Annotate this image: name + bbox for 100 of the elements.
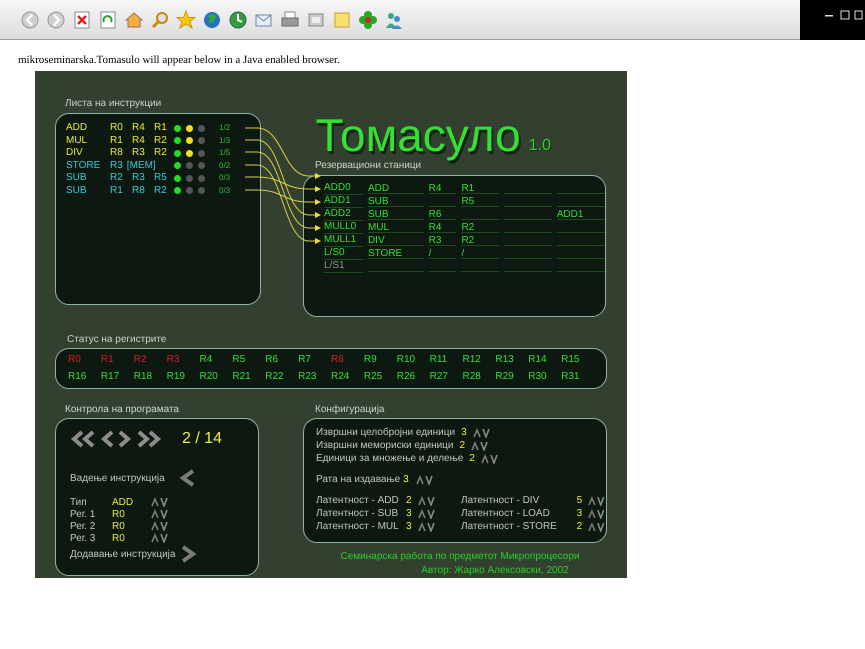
credit-text: Семинарска работа по предметот Микропроцесори — [340, 550, 580, 564]
status-text: mikroseminarska.Tomasulo will appear below in a Java enabled browser. — [18, 54, 340, 66]
station-cell: ADD — [368, 183, 424, 194]
register-name: R21 — [232, 370, 252, 384]
register-name: R1 — [100, 353, 115, 367]
up-down-arrows-icon[interactable] — [588, 496, 606, 506]
instruction-op: SUB — [66, 184, 88, 197]
up-down-arrows-icon[interactable] — [151, 533, 169, 543]
credit-text: Автор: Жарко Алексовски, 2002 — [420, 564, 569, 578]
up-down-arrows-icon[interactable] — [588, 522, 606, 532]
field-value: R0 — [112, 520, 126, 534]
register-name: R4 — [200, 353, 214, 367]
station-cell: SUB — [368, 209, 424, 220]
up-down-arrows-icon[interactable] — [480, 454, 499, 464]
instruction-operand: R4 — [132, 134, 146, 147]
section-label: Листа на инструкции — [64, 98, 162, 110]
instruction-operand: R3 — [132, 172, 146, 184]
up-down-arrows-icon[interactable] — [416, 474, 434, 484]
section-label: Контрола на програмата — [64, 404, 180, 416]
register-name: R5 — [232, 353, 246, 367]
history-icon[interactable] — [228, 10, 248, 30]
station-cell: R2 — [461, 235, 499, 246]
config-value: 3 — [406, 507, 413, 521]
back-icon[interactable] — [20, 10, 40, 30]
chevron-left-icon[interactable] — [178, 468, 195, 488]
home-icon[interactable] — [124, 10, 144, 30]
register-name: R24 — [331, 370, 350, 384]
station-cell: R2 — [461, 222, 499, 233]
instruction-operand: R8 — [110, 147, 124, 160]
register-name: R30 — [528, 370, 548, 384]
app-title: Томасуло — [316, 112, 521, 158]
instruction-operand: R5 — [154, 172, 167, 184]
version-text: 1.0 — [528, 136, 551, 156]
field-label: Рег. 1 — [70, 508, 96, 522]
config-label: Латентност - LOAD — [461, 507, 551, 521]
config-label: Латентност - DIV — [461, 494, 540, 508]
station-cell: R3 — [428, 235, 456, 246]
field-label: Рег. 2 — [70, 520, 96, 534]
register-name: R26 — [396, 370, 416, 384]
instruction-operand: R2 — [154, 147, 167, 160]
instruction-operand: R8 — [132, 184, 146, 197]
instruction-operand: R3 — [110, 160, 123, 172]
star-icon[interactable] — [176, 10, 196, 30]
register-name: R29 — [495, 370, 515, 384]
station-cell: ADD1 — [556, 209, 605, 220]
chevron-right-icon[interactable] — [118, 429, 132, 449]
config-label: Латентност - ADD — [316, 494, 400, 508]
config-value: 2 — [460, 439, 466, 453]
refresh-icon[interactable] — [98, 10, 118, 30]
instruction-op: STORE — [66, 160, 102, 172]
up-down-arrows-icon[interactable] — [151, 497, 169, 507]
register-name: R0 — [68, 353, 82, 367]
instruction-operand: R1 — [110, 184, 124, 197]
register-name: R3 — [166, 353, 180, 367]
up-down-arrows-icon[interactable] — [418, 508, 436, 518]
field-label: Рег. 3 — [70, 532, 96, 546]
register-name: R25 — [364, 370, 384, 384]
flower-icon[interactable] — [358, 10, 378, 30]
station-name: ADD0 — [324, 182, 363, 195]
register-name: R31 — [561, 370, 580, 384]
progress-text: 1/2 — [219, 122, 230, 134]
register-name: R10 — [396, 353, 416, 367]
config-value: 3 — [403, 473, 409, 487]
up-down-arrows-icon[interactable] — [418, 522, 436, 532]
instruction-operand: R0 — [110, 122, 124, 134]
up-down-arrows-icon[interactable] — [418, 496, 436, 506]
up-down-arrows-icon[interactable] — [472, 428, 491, 438]
register-name: R17 — [100, 370, 120, 384]
forward-icon[interactable] — [46, 10, 66, 30]
chevron-left-icon[interactable] — [100, 429, 114, 449]
field-value: R0 — [112, 532, 126, 546]
config-label: Извршни целобројни единици — [316, 426, 456, 440]
up-down-arrows-icon[interactable] — [588, 508, 606, 518]
station-cell: / — [428, 248, 456, 259]
search-icon[interactable] — [150, 10, 170, 30]
progress-text: 1/3 — [219, 134, 230, 147]
register-name: R20 — [200, 370, 219, 384]
register-name: R8 — [331, 353, 345, 367]
double-chevron-left-icon[interactable] — [70, 429, 96, 449]
register-name: R11 — [430, 353, 448, 367]
globe-icon[interactable] — [202, 10, 222, 30]
up-down-arrows-icon[interactable] — [151, 521, 169, 531]
instruction-op: DIV — [66, 147, 84, 160]
progress-text: 1/5 — [219, 147, 230, 160]
station-name: L/S1 — [324, 260, 363, 273]
double-chevron-right-icon[interactable] — [136, 429, 162, 449]
progress-text: 0/2 — [219, 160, 230, 172]
chevron-right-icon[interactable] — [181, 544, 198, 564]
register-name: R15 — [561, 353, 580, 367]
station-cell: SUB — [368, 196, 424, 207]
station-cell: DIV — [368, 235, 424, 246]
station-name: MULL1 — [324, 234, 363, 247]
station-cell: R4 — [428, 183, 456, 194]
section-label: Статус на регистрите — [66, 334, 168, 346]
up-down-arrows-icon[interactable] — [151, 509, 169, 519]
print-icon[interactable] — [280, 10, 300, 30]
register-name: R19 — [166, 370, 186, 384]
stop-icon[interactable] — [72, 10, 92, 30]
station-name: ADD1 — [324, 195, 363, 208]
up-down-arrows-icon[interactable] — [471, 440, 490, 450]
